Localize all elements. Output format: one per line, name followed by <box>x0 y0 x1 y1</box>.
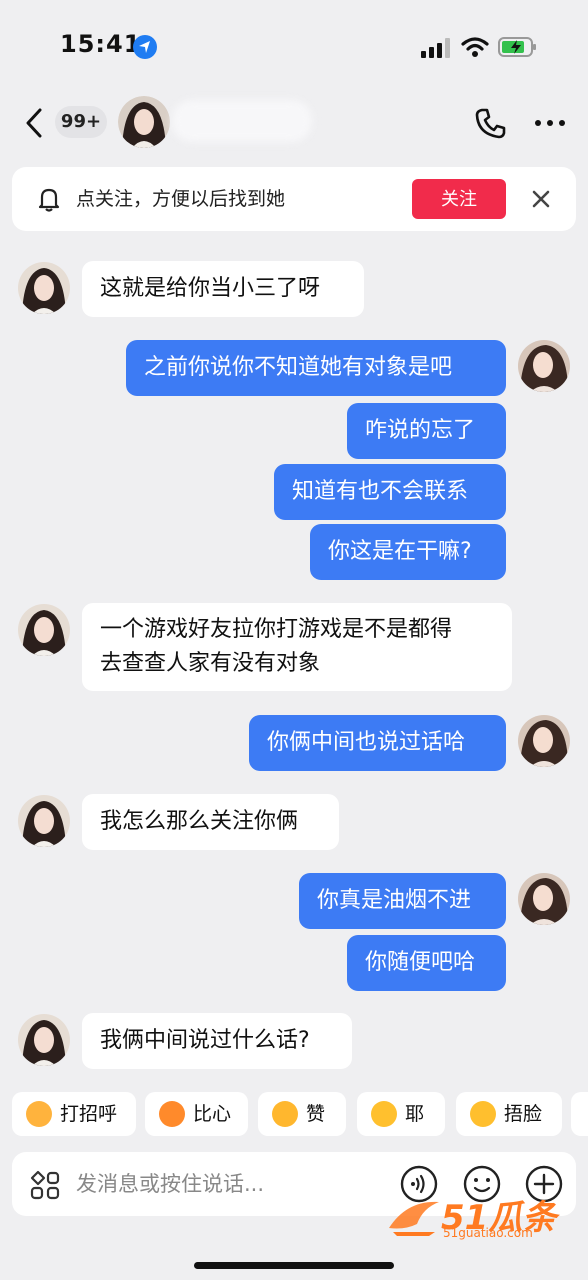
message-bubble-incoming[interactable]: 我俩中间说过什么话? <box>82 1013 352 1069</box>
close-icon[interactable] <box>528 186 554 212</box>
facepalm-emoji-icon <box>470 1101 496 1127</box>
status-time: 15:41 <box>60 30 142 58</box>
quick-reply-label: 赞 <box>306 1103 326 1125</box>
message-line: 去查查人家有没有对象 <box>100 651 321 676</box>
chat-header: 99+ <box>0 92 588 154</box>
quick-reply-yeah[interactable]: 耶 <box>357 1092 445 1136</box>
watermark-logo-icon <box>389 1201 439 1236</box>
quick-reply-label: 打招呼 <box>60 1103 118 1125</box>
message-bubble-outgoing[interactable]: 你这是在干嘛? <box>310 524 506 580</box>
contact-avatar[interactable] <box>18 1014 70 1066</box>
message-bubble-incoming[interactable]: 一个游戏好友拉你打游戏是不是都得 去查查人家有没有对象 <box>82 603 512 691</box>
more-options-icon[interactable] <box>532 108 568 138</box>
quick-reply-label: 捂脸 <box>504 1103 543 1125</box>
quick-reply-facepalm[interactable]: 捂脸 <box>456 1092 562 1136</box>
battery-icon <box>498 37 536 57</box>
home-indicator <box>194 1262 394 1269</box>
message-bubble-outgoing[interactable]: 你俩中间也说过话哈 <box>249 715 506 771</box>
bell-icon <box>38 188 60 212</box>
message-bubble-outgoing[interactable]: 之前你说你不知道她有对象是吧 <box>126 340 506 396</box>
thumbs-up-emoji-icon <box>272 1101 298 1127</box>
follow-banner: 点关注，方便以后找到她 关注 <box>12 167 576 231</box>
unread-badge[interactable]: 99+ <box>55 106 107 138</box>
message-bubble-outgoing[interactable]: 你随便吧哈 <box>347 935 506 991</box>
my-avatar[interactable] <box>518 873 570 925</box>
message-bubble-outgoing[interactable]: 咋说的忘了 <box>347 403 506 459</box>
message-line: 一个游戏好友拉你打游戏是不是都得 <box>100 617 453 642</box>
contact-avatar[interactable] <box>18 604 70 656</box>
quick-reply-heart[interactable]: 比心 <box>145 1092 248 1136</box>
my-avatar[interactable] <box>518 340 570 392</box>
watermark: 51瓜条 51guatiao.com <box>387 1190 583 1244</box>
status-bar: 15:41 <box>0 0 588 90</box>
message-bubble-incoming[interactable]: 这就是给你当小三了呀 <box>82 261 364 317</box>
quick-reply-more[interactable] <box>571 1092 588 1136</box>
location-icon <box>133 35 157 59</box>
quick-reply-like[interactable]: 赞 <box>258 1092 346 1136</box>
message-bubble-outgoing[interactable]: 你真是油烟不进 <box>299 873 506 929</box>
signal-icon <box>421 38 450 58</box>
follow-banner-text: 点关注，方便以后找到她 <box>76 188 286 210</box>
phone-call-icon[interactable] <box>474 106 508 140</box>
back-arrow-icon[interactable] <box>22 106 48 140</box>
contact-avatar[interactable] <box>18 795 70 847</box>
quick-reply-wave[interactable]: 打招呼 <box>12 1092 136 1136</box>
quick-reply-label: 比心 <box>193 1103 232 1125</box>
contact-name-redacted <box>172 100 312 142</box>
wave-emoji-icon <box>26 1101 52 1127</box>
follow-button[interactable]: 关注 <box>412 179 506 219</box>
message-input[interactable] <box>76 1166 326 1202</box>
my-avatar[interactable] <box>518 715 570 767</box>
contact-avatar[interactable] <box>118 96 170 148</box>
message-bubble-outgoing[interactable]: 知道有也不会联系 <box>274 464 506 520</box>
contact-avatar[interactable] <box>18 262 70 314</box>
watermark-url: 51guatiao.com <box>443 1226 533 1240</box>
quick-reply-bar: 打招呼 比心 赞 耶 捂脸 <box>0 1092 588 1138</box>
heart-hands-emoji-icon <box>159 1101 185 1127</box>
apps-grid-icon[interactable] <box>30 1170 60 1200</box>
message-bubble-incoming[interactable]: 我怎么那么关注你俩 <box>82 794 339 850</box>
wifi-icon <box>461 37 489 57</box>
quick-reply-label: 耶 <box>405 1103 425 1125</box>
wink-emoji-icon <box>371 1101 397 1127</box>
